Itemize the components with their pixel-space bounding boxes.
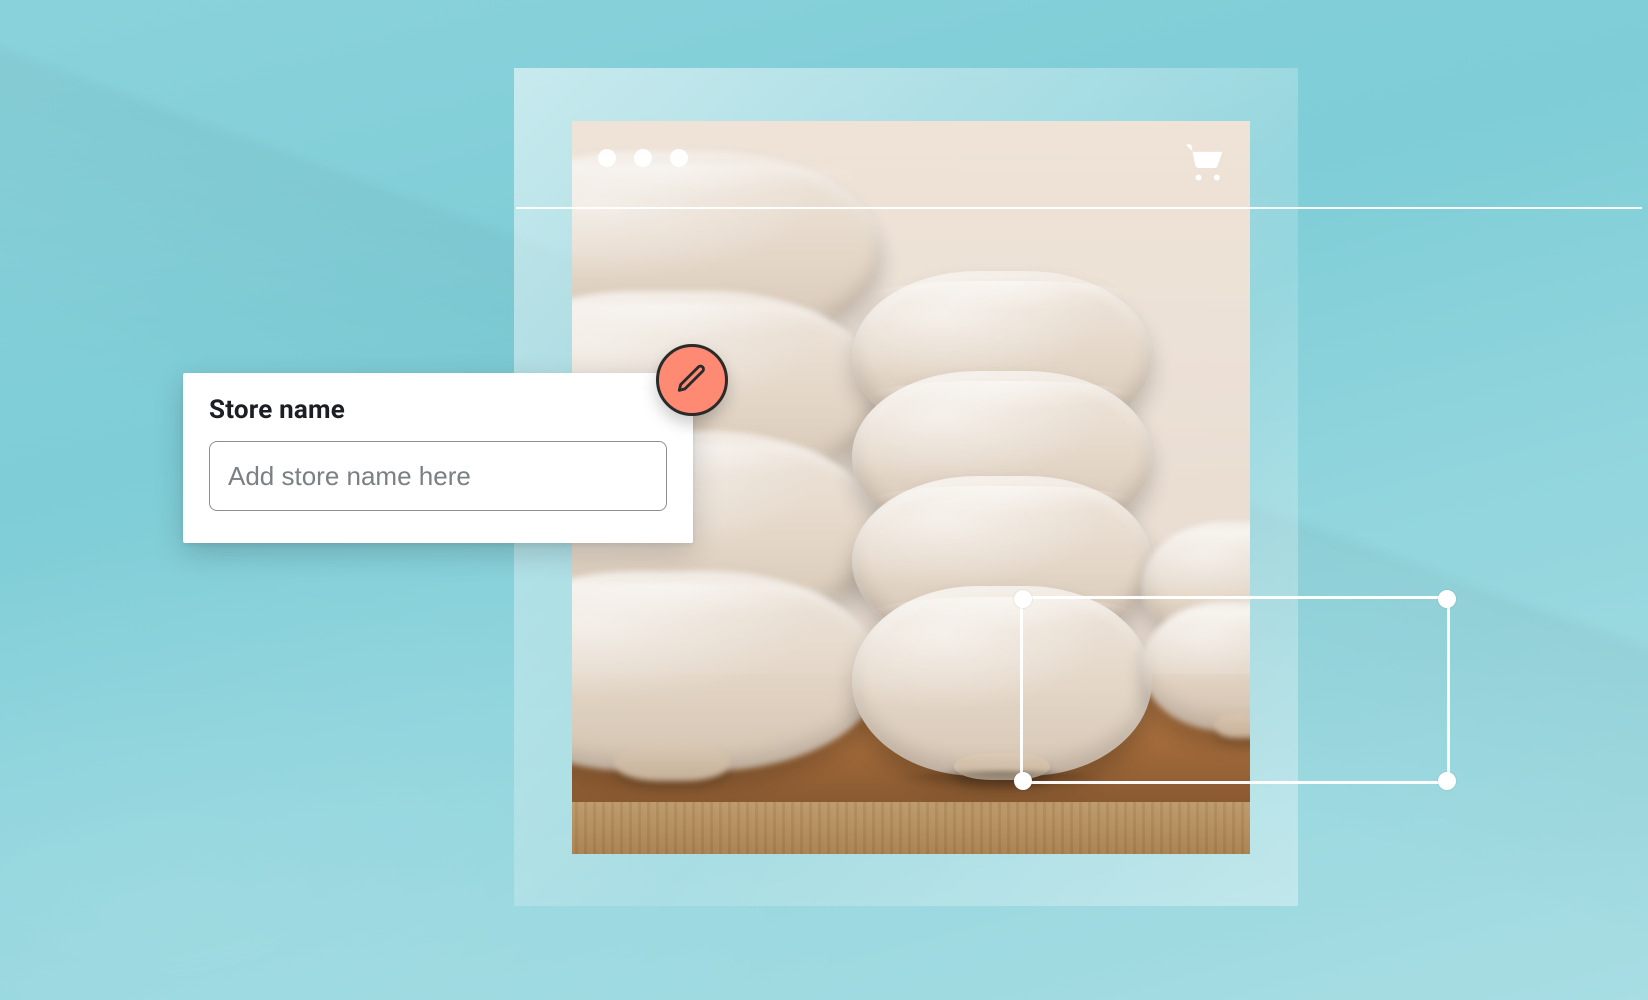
resize-handle-top-right[interactable] <box>1438 590 1456 608</box>
canvas: Store name <box>0 0 1648 1000</box>
resize-handle-bottom-left[interactable] <box>1014 772 1032 790</box>
resize-handle-top-left[interactable] <box>1014 590 1032 608</box>
pencil-icon <box>675 362 709 399</box>
store-name-label: Store name <box>209 395 667 425</box>
resize-handle-bottom-right[interactable] <box>1438 772 1456 790</box>
store-name-card: Store name <box>183 373 693 543</box>
shelf-edge <box>572 802 1250 854</box>
store-name-input[interactable] <box>209 441 667 511</box>
selection-box[interactable] <box>1020 596 1450 784</box>
edit-button[interactable] <box>656 344 728 416</box>
